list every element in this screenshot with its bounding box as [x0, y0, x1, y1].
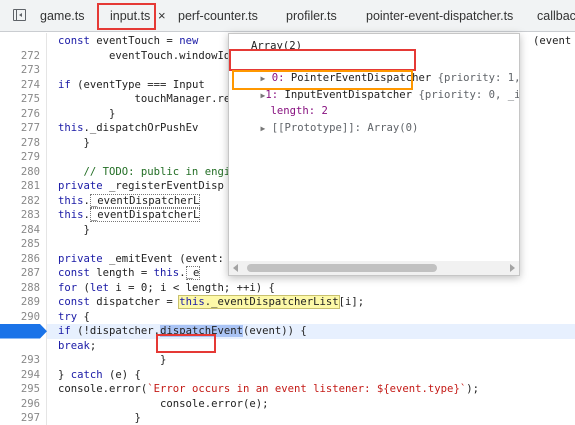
- popover-length: length: 2: [270, 105, 328, 117]
- popover-horizontal-scrollbar[interactable]: [229, 261, 519, 275]
- tab-close-icon[interactable]: ×: [158, 0, 166, 32]
- scrollbar-thumb[interactable]: [247, 264, 437, 272]
- line-code: private _emitEvent (event:: [58, 252, 224, 265]
- tab-game-ts[interactable]: game.ts: [40, 0, 84, 32]
- code-line-297: 297 console.error(e);: [0, 397, 575, 425]
- annotation-box-break: [156, 334, 216, 353]
- code-line-291: 291 try {: [0, 310, 575, 338]
- line-code: eventTouch.windowId =: [58, 49, 250, 62]
- line-code: const eventTouch = new: [58, 35, 199, 47]
- tab-profiler-ts[interactable]: profiler.ts: [286, 0, 337, 32]
- line-code-overflow: (event: [533, 35, 572, 47]
- line-code: this._eventDispatcherL: [58, 208, 201, 222]
- line-code: touchManager.relea: [58, 93, 250, 105]
- line-code: this._dispatchOrPushEv: [58, 122, 199, 134]
- annotation-box-pointer-dispatcher: [229, 49, 416, 71]
- toggle-navigator-icon[interactable]: [13, 9, 26, 21]
- expand-triangle-icon[interactable]: ▶: [261, 124, 266, 133]
- line-code: console.error(e);: [58, 397, 269, 410]
- tab-callback-truncated[interactable]: callbac: [537, 0, 575, 32]
- line-code: const length = this._e: [58, 266, 201, 280]
- line-code: const dispatcher = this._eventDispatcher…: [58, 295, 365, 309]
- line-code-comment: // TODO: public in engine: [58, 165, 243, 178]
- code-line-289: 289 for (let i = 0; i < length; ++i) {: [0, 281, 575, 309]
- tab-pointer-event-dispatcher-ts[interactable]: pointer-event-dispatcher.ts: [366, 0, 513, 32]
- line-code: try {: [58, 310, 90, 323]
- line-code: for (let i = 0; i < length; ++i) {: [58, 281, 275, 294]
- code-line-293: 293 break;: [0, 339, 575, 367]
- popover-prototype[interactable]: ▶ [[Prototype]]: Array(0): [235, 106, 419, 134]
- scroll-right-icon[interactable]: [510, 264, 515, 272]
- code-line-292-current: 292 if (!dispatcher.dispatchEvent(event)…: [0, 324, 575, 366]
- tab-perf-counter-ts[interactable]: perf-counter.ts: [178, 0, 258, 32]
- line-code: }: [58, 412, 141, 424]
- line-code: }: [58, 223, 90, 236]
- line-code: private _registerEventDisp: [58, 180, 224, 192]
- line-code: console.error(`Error occurs in an event …: [58, 383, 479, 395]
- code-line-295: 295 } catch (e) {: [0, 368, 575, 396]
- line-code: if (eventType === Input: [58, 78, 205, 91]
- editor-tab-bar: game.ts input.ts × perf-counter.ts profi…: [0, 0, 575, 32]
- code-line-290: 290 const dispatcher = this._eventDispat…: [0, 295, 575, 323]
- code-line-294: 294 }: [0, 353, 575, 381]
- annotation-box-input-tab: [97, 3, 156, 30]
- line-code: } catch (e) {: [58, 368, 141, 381]
- code-line-298: 298 }: [0, 411, 575, 425]
- line-code: break;: [58, 339, 97, 352]
- line-code: this._eventDispatcherL: [58, 193, 201, 208]
- scroll-left-icon[interactable]: [233, 264, 238, 272]
- line-code: }: [58, 107, 116, 120]
- line-code: }: [58, 136, 90, 149]
- annotation-box-input-dispatcher: [232, 70, 413, 90]
- line-code: }: [58, 354, 167, 366]
- code-line-296: 296 console.error(`Error occurs in an ev…: [0, 382, 575, 410]
